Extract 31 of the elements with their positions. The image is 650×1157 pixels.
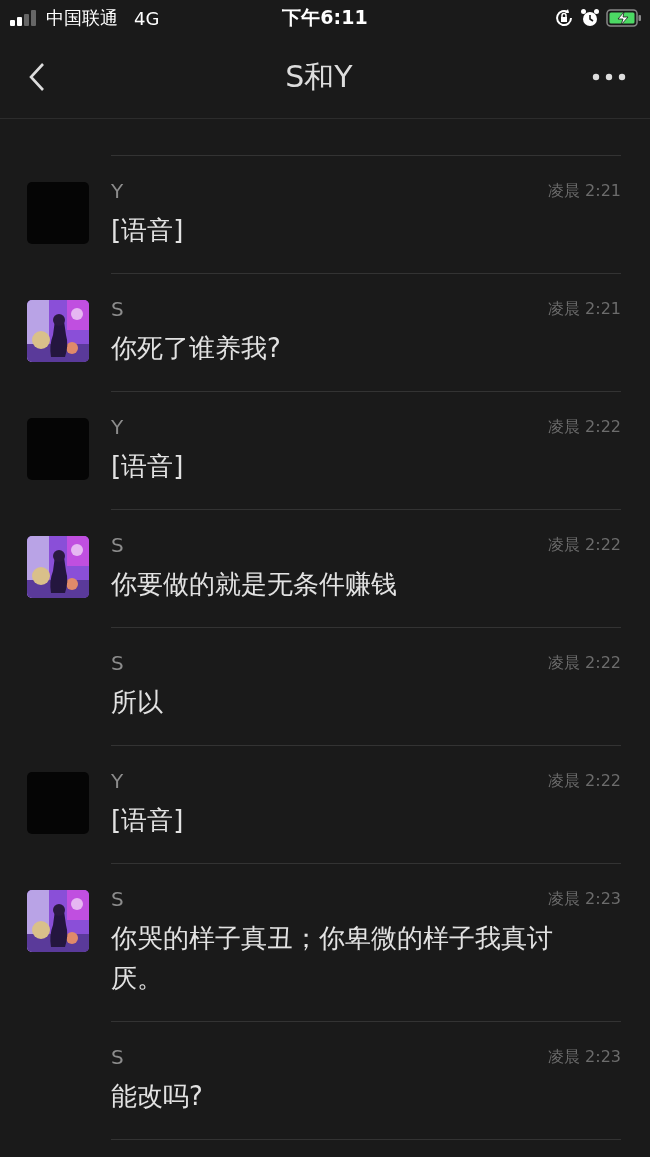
message-text: 所以 [111,686,164,719]
message-time: 凌晨 2:21 [548,180,621,202]
sender-name: Y [111,769,124,793]
sender-name: S [111,651,124,675]
message-time: 凌晨 2:22 [548,770,621,792]
message-text: 你死了谁养我? [111,332,282,365]
message-text: 你要做的就是无条件赚钱 [111,568,398,601]
sender-name: Y [111,415,124,439]
status-time: 下午6:11 [282,5,368,30]
message-text: 能改吗? [111,1080,204,1113]
sender-name: S [111,1045,124,1069]
sender-name: S [111,533,124,557]
message-time: 凌晨 2:22 [548,534,621,556]
message-time: 凌晨 2:23 [548,1046,621,1068]
message-text: [语音] [111,450,185,483]
message-time: 凌晨 2:22 [548,416,621,438]
chat-title: S和Y [285,57,353,96]
message-time: 凌晨 2:21 [548,298,621,320]
sender-name: Y [111,179,124,203]
message-time: 凌晨 2:22 [548,652,621,674]
battery-icon [606,8,642,28]
message-time: 凌晨 2:23 [548,888,621,910]
sender-name: S [111,297,124,321]
message-text: [语音] [111,214,185,247]
network-type: 4G [134,7,160,29]
carrier-name: 中国联通 [46,6,118,30]
message-text: 你哭的样子真丑；你卑微的样子我真讨厌。 [111,922,554,995]
rotation-lock-icon [554,8,574,28]
sender-name: S [111,887,124,911]
message-text: [语音] [111,804,185,837]
alarm-clock-icon [580,8,600,28]
